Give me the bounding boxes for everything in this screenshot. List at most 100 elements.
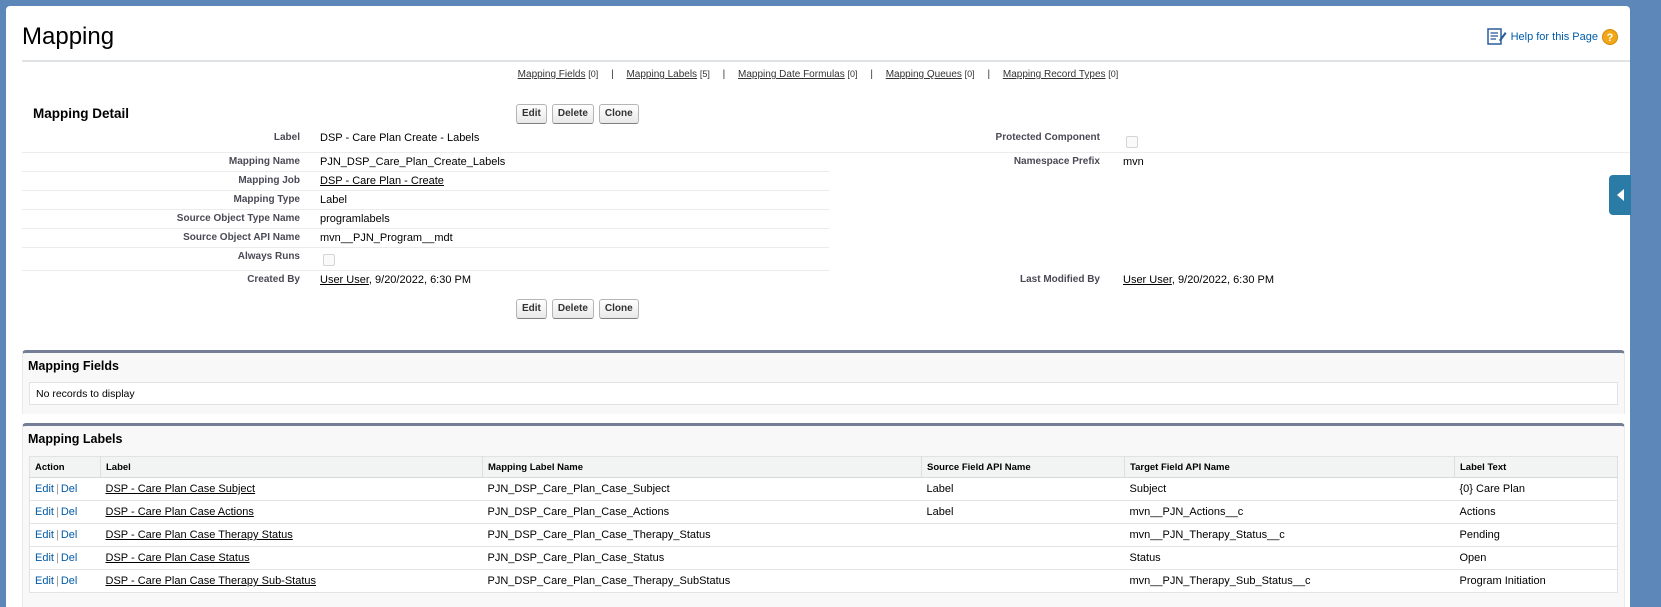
mapping-fields-title: Mapping Fields bbox=[28, 359, 119, 373]
edit-link[interactable]: Edit bbox=[35, 575, 54, 587]
cell-source-field bbox=[921, 523, 1125, 547]
link-mapping-labels[interactable]: Mapping Labels bbox=[626, 69, 697, 80]
cell-target-field: mvn__PJN_Actions__c bbox=[1124, 500, 1455, 524]
label-record-link[interactable]: DSP - Care Plan Case Therapy Status bbox=[106, 529, 293, 541]
delete-link[interactable]: Del bbox=[61, 529, 78, 541]
table-row: Edit | Del DSP - Care Plan Case Subject PJ… bbox=[29, 477, 1618, 501]
table-row: Edit | Del DSP - Care Plan Case Status PJN… bbox=[29, 546, 1618, 570]
cell-mapping-label-name: PJN_DSP_Care_Plan_Case_Subject bbox=[482, 477, 922, 501]
sidebar-collapse-tab[interactable] bbox=[1609, 175, 1631, 215]
column-header-target-field[interactable]: Target Field API Name bbox=[1124, 456, 1455, 478]
help-area: Help for this Page ? bbox=[1486, 28, 1618, 46]
cell-source-field bbox=[921, 546, 1125, 570]
mapping-type-label: Mapping Type bbox=[233, 194, 300, 205]
edit-link[interactable]: Edit bbox=[35, 552, 54, 564]
table-header-row: Action Label Mapping Label Name Source F… bbox=[29, 456, 1618, 478]
source-object-type-name-value: programlabels bbox=[320, 213, 390, 225]
edit-button-bottom[interactable]: Edit bbox=[516, 299, 547, 319]
link-mapping-fields[interactable]: Mapping Fields bbox=[518, 69, 586, 80]
mapping-labels-section: Mapping Labels Action Label Mapping Labe… bbox=[22, 423, 1625, 607]
last-modified-by-user-link[interactable]: User User bbox=[1123, 274, 1172, 286]
mapping-job-value: DSP - Care Plan - Create bbox=[320, 175, 444, 187]
row-actions: Edit | Del bbox=[29, 569, 101, 593]
cell-label: DSP - Care Plan Case Status bbox=[100, 546, 483, 570]
source-object-type-name-label: Source Object Type Name bbox=[176, 213, 300, 224]
mapping-job-label: Mapping Job bbox=[238, 175, 300, 186]
row-actions: Edit | Del bbox=[29, 523, 101, 547]
cell-label: DSP - Care Plan Case Therapy Sub-Status bbox=[100, 569, 483, 593]
delete-link[interactable]: Del bbox=[61, 483, 78, 495]
label-field-label: Label bbox=[273, 132, 300, 143]
namespace-prefix-label: Namespace Prefix bbox=[1013, 156, 1100, 167]
delete-link[interactable]: Del bbox=[61, 575, 78, 587]
link-mapping-date-formulas[interactable]: Mapping Date Formulas bbox=[738, 69, 845, 80]
column-header-source-field[interactable]: Source Field API Name bbox=[921, 456, 1125, 478]
column-header-mapping-label-name[interactable]: Mapping Label Name bbox=[482, 456, 922, 478]
cell-target-field: Subject bbox=[1124, 477, 1455, 501]
cell-label: DSP - Care Plan Case Subject bbox=[100, 477, 483, 501]
created-by-user-link[interactable]: User User bbox=[320, 274, 369, 286]
label-record-link[interactable]: DSP - Care Plan Case Status bbox=[106, 552, 250, 564]
mapping-job-link[interactable]: DSP - Care Plan - Create bbox=[320, 175, 444, 187]
cell-label-text: Open bbox=[1454, 546, 1618, 570]
created-by-label: Created By bbox=[247, 274, 300, 285]
always-runs-checkbox bbox=[323, 254, 335, 266]
mapping-name-label: Mapping Name bbox=[228, 156, 300, 167]
last-modified-by-value: User User, 9/20/2022, 6:30 PM bbox=[1123, 274, 1275, 286]
label-record-link[interactable]: DSP - Care Plan Case Subject bbox=[106, 483, 256, 495]
column-header-action: Action bbox=[29, 456, 101, 478]
help-document-icon bbox=[1486, 28, 1507, 46]
column-header-label[interactable]: Label bbox=[100, 456, 483, 478]
label-field-value: DSP - Care Plan Create - Labels bbox=[320, 132, 480, 144]
cell-label: DSP - Care Plan Case Therapy Status bbox=[100, 523, 483, 547]
table-row: Edit | Del DSP - Care Plan Case Actions PJ… bbox=[29, 500, 1618, 524]
mapping-labels-table: Action Label Mapping Label Name Source F… bbox=[29, 456, 1618, 593]
edit-link[interactable]: Edit bbox=[35, 506, 54, 518]
source-object-api-name-value: mvn__PJN_Program__mdt bbox=[320, 232, 453, 244]
cell-label-text: Program Initiation bbox=[1454, 569, 1618, 593]
delete-link[interactable]: Del bbox=[61, 552, 78, 564]
top-button-row: Edit Delete Clone bbox=[516, 104, 639, 124]
delete-link[interactable]: Del bbox=[61, 506, 78, 518]
mapping-fields-section: Mapping Fields No records to display bbox=[22, 350, 1625, 414]
cell-label-text: Pending bbox=[1454, 523, 1618, 547]
cell-mapping-label-name: PJN_DSP_Care_Plan_Case_Therapy_SubStatus bbox=[482, 569, 922, 593]
page-title: Mapping bbox=[22, 23, 115, 50]
edit-button[interactable]: Edit bbox=[516, 104, 547, 124]
clone-button-bottom[interactable]: Clone bbox=[598, 299, 639, 319]
link-mapping-record-types[interactable]: Mapping Record Types bbox=[1003, 69, 1106, 80]
cell-label-text: Actions bbox=[1454, 500, 1618, 524]
source-object-api-name-label: Source Object API Name bbox=[183, 232, 300, 243]
edit-link[interactable]: Edit bbox=[35, 529, 54, 541]
cell-target-field: mvn__PJN_Therapy_Sub_Status__c bbox=[1124, 569, 1455, 593]
related-list-links: Mapping Fields [0] | Mapping Labels [5] … bbox=[517, 69, 1119, 80]
mapping-labels-title: Mapping Labels bbox=[28, 432, 123, 446]
mapping-name-value: PJN_DSP_Care_Plan_Create_Labels bbox=[320, 156, 506, 168]
label-record-link[interactable]: DSP - Care Plan Case Therapy Sub-Status bbox=[106, 575, 317, 587]
cell-label: DSP - Care Plan Case Actions bbox=[100, 500, 483, 524]
link-mapping-queues[interactable]: Mapping Queues bbox=[886, 69, 962, 80]
mapping-type-value: Label bbox=[320, 194, 347, 206]
help-question-icon[interactable]: ? bbox=[1602, 29, 1618, 45]
always-runs-label: Always Runs bbox=[237, 251, 300, 262]
delete-button[interactable]: Delete bbox=[551, 104, 594, 124]
help-link[interactable]: Help for this Page bbox=[1511, 31, 1598, 43]
delete-button-bottom[interactable]: Delete bbox=[551, 299, 594, 319]
protected-component-checkbox bbox=[1126, 136, 1138, 148]
table-row: Edit | Del DSP - Care Plan Case Therapy Su… bbox=[29, 569, 1618, 593]
title-divider bbox=[22, 60, 1630, 62]
cell-source-field bbox=[921, 569, 1125, 593]
row-actions: Edit | Del bbox=[29, 500, 101, 524]
label-record-link[interactable]: DSP - Care Plan Case Actions bbox=[106, 506, 254, 518]
created-by-value: User User, 9/20/2022, 6:30 PM bbox=[320, 274, 472, 286]
edit-link[interactable]: Edit bbox=[35, 483, 54, 495]
no-records-message: No records to display bbox=[29, 382, 1618, 405]
clone-button[interactable]: Clone bbox=[598, 104, 639, 124]
cell-source-field: Label bbox=[921, 477, 1125, 501]
column-header-label-text[interactable]: Label Text bbox=[1454, 456, 1618, 478]
row-actions: Edit | Del bbox=[29, 546, 101, 570]
last-modified-by-label: Last Modified By bbox=[1019, 274, 1100, 285]
cell-label-text: {0} Care Plan bbox=[1454, 477, 1618, 501]
protected-component-label: Protected Component bbox=[995, 132, 1100, 143]
collapse-arrow-icon bbox=[1616, 189, 1624, 201]
